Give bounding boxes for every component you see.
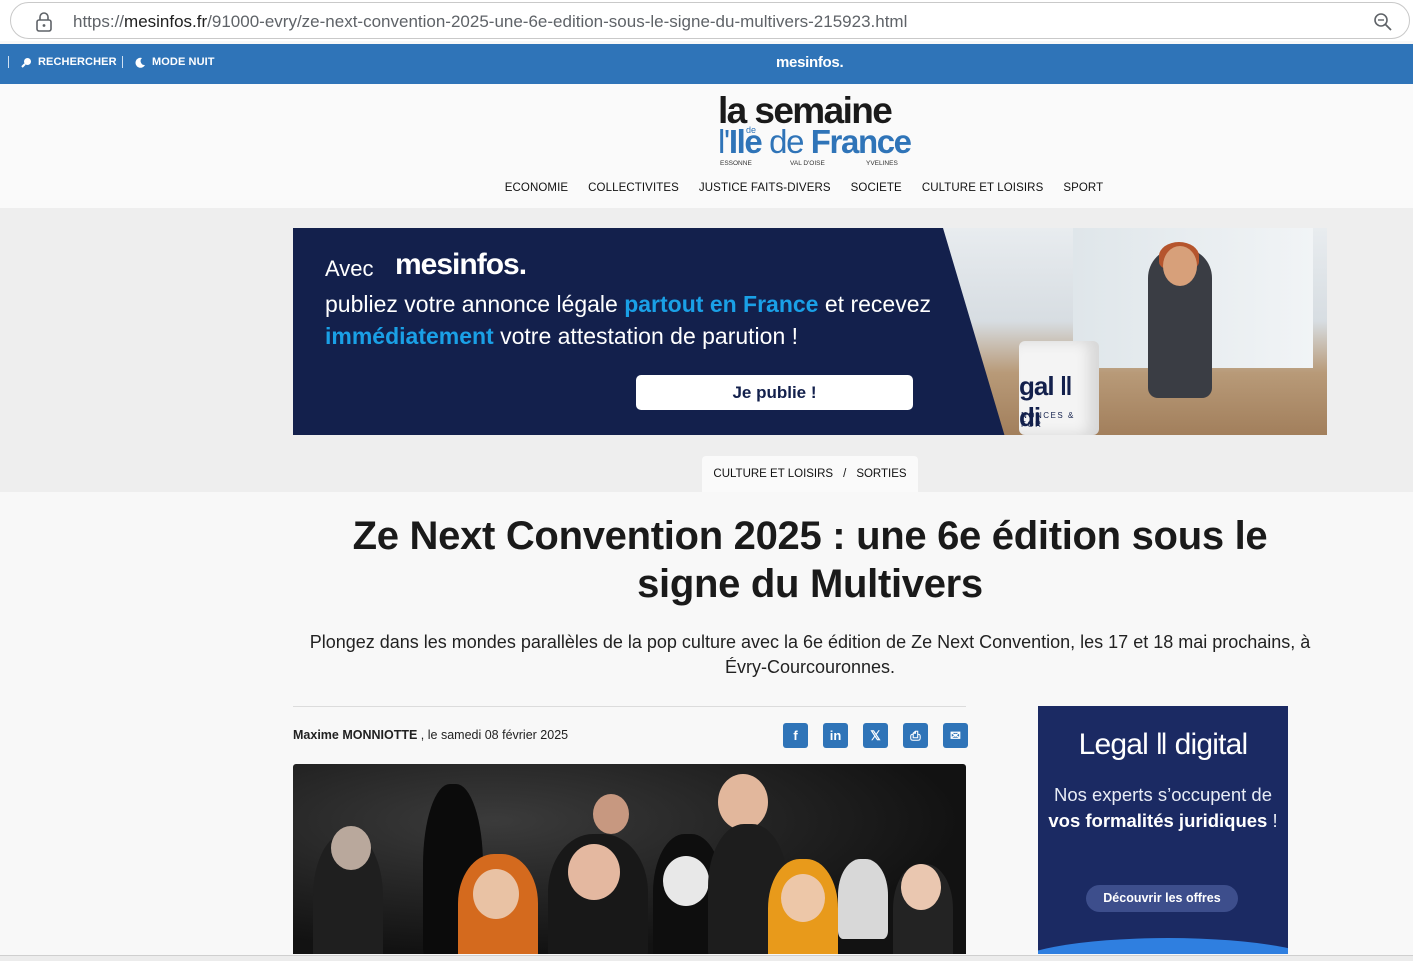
x-icon[interactable]: 𝕏 bbox=[863, 723, 888, 748]
zoom-icon[interactable] bbox=[1373, 12, 1393, 32]
divider bbox=[293, 706, 966, 707]
photo-figure bbox=[901, 864, 941, 910]
moon-icon bbox=[135, 57, 145, 68]
article-title: Ze Next Convention 2025 : une 6e édition… bbox=[352, 514, 1268, 606]
author-name[interactable]: Maxime MONNIOTTE bbox=[293, 728, 417, 742]
url-text: https://mesinfos.fr/91000-evry/ze-next-c… bbox=[73, 12, 908, 31]
photo-figure bbox=[331, 826, 371, 870]
banner-ad[interactable]: gal ‖ di NONCES & FOR Avec mesinfos. pub… bbox=[293, 228, 1327, 435]
ad-text: publiez votre annonce légale partout en … bbox=[325, 291, 931, 349]
nav-culture-et-loisirs[interactable]: CULTURE ET LOISIRS bbox=[912, 182, 1054, 194]
search-label: RECHERCHER bbox=[38, 56, 117, 68]
nav-societe[interactable]: SOCIETE bbox=[841, 182, 912, 194]
breadcrumb: CULTURE ET LOISIRS / SORTIES bbox=[702, 456, 918, 492]
night-mode-button[interactable]: MODE NUIT bbox=[122, 56, 215, 68]
ad-avec: Avec bbox=[325, 256, 374, 281]
byline: Maxime MONNIOTTE , le samedi 08 février … bbox=[293, 728, 568, 742]
ad-brand: mesinfos. bbox=[395, 248, 527, 281]
search-button[interactable]: RECHERCHER bbox=[8, 56, 117, 68]
side-ad-text: Nos experts s’occupent de vos formalités… bbox=[1048, 784, 1278, 831]
site-header: la semaine de l'Ile de France ESSONNE VA… bbox=[0, 84, 1413, 208]
night-mode-label: MODE NUIT bbox=[152, 56, 215, 68]
article-hero-image bbox=[293, 764, 966, 954]
nav-collectivites[interactable]: COLLECTIVITES bbox=[578, 182, 689, 194]
top-utility-bar: RECHERCHER MODE NUIT mesinfos. bbox=[0, 44, 1413, 84]
site-logo[interactable]: la semaine de l'Ile de France ESSONNE VA… bbox=[718, 92, 912, 170]
mail-icon[interactable]: ✉ bbox=[943, 723, 968, 748]
photo-figure bbox=[593, 794, 629, 834]
photo-figure bbox=[718, 774, 768, 830]
ad-photo-head bbox=[1163, 246, 1197, 286]
page-bottom-edge bbox=[0, 955, 1413, 961]
side-ad-offers-button[interactable]: Découvrir les offres bbox=[1086, 885, 1238, 912]
side-ad-title: Legal ‖ digital bbox=[1078, 728, 1249, 761]
share-buttons: f in 𝕏 ⎙ ✉ bbox=[783, 723, 968, 748]
main-nav: ECONOMIE COLLECTIVITES JUSTICE FAITS-DIV… bbox=[0, 182, 1413, 194]
url-field[interactable]: https://mesinfos.fr/91000-evry/ze-next-c… bbox=[10, 2, 1410, 39]
photo-figure bbox=[838, 859, 888, 939]
side-ad-wave bbox=[1038, 938, 1288, 954]
breadcrumb-sorties[interactable]: SORTIES bbox=[856, 468, 906, 480]
breadcrumb-separator: / bbox=[843, 468, 847, 480]
browser-address-bar: https://mesinfos.fr/91000-evry/ze-next-c… bbox=[0, 0, 1413, 41]
photo-figure bbox=[781, 874, 825, 922]
article-lead: Plongez dans les mondes parallèles de la… bbox=[309, 632, 1311, 677]
nav-economie[interactable]: ECONOMIE bbox=[495, 182, 578, 194]
print-icon[interactable]: ⎙ bbox=[903, 723, 928, 748]
publish-date: , le samedi 08 février 2025 bbox=[417, 728, 569, 742]
lock-icon bbox=[36, 12, 52, 32]
search-icon bbox=[21, 57, 31, 68]
facebook-icon[interactable]: f bbox=[783, 723, 808, 748]
mesinfos-logo[interactable]: mesinfos. bbox=[776, 54, 844, 71]
nav-sport[interactable]: SPORT bbox=[1053, 182, 1113, 194]
photo-figure bbox=[473, 869, 519, 919]
ad-photo-mug: gal ‖ di NONCES & FOR bbox=[1019, 341, 1099, 435]
side-ad[interactable]: Legal ‖ digital Nos experts s’occupent d… bbox=[1038, 706, 1288, 954]
nav-justice-faits-divers[interactable]: JUSTICE FAITS-DIVERS bbox=[689, 182, 841, 194]
ad-publish-button[interactable]: Je publie ! bbox=[636, 375, 913, 410]
linkedin-icon[interactable]: in bbox=[823, 723, 848, 748]
photo-figure bbox=[663, 856, 709, 906]
photo-figure bbox=[568, 844, 620, 900]
breadcrumb-culture[interactable]: CULTURE ET LOISIRS bbox=[713, 468, 833, 480]
